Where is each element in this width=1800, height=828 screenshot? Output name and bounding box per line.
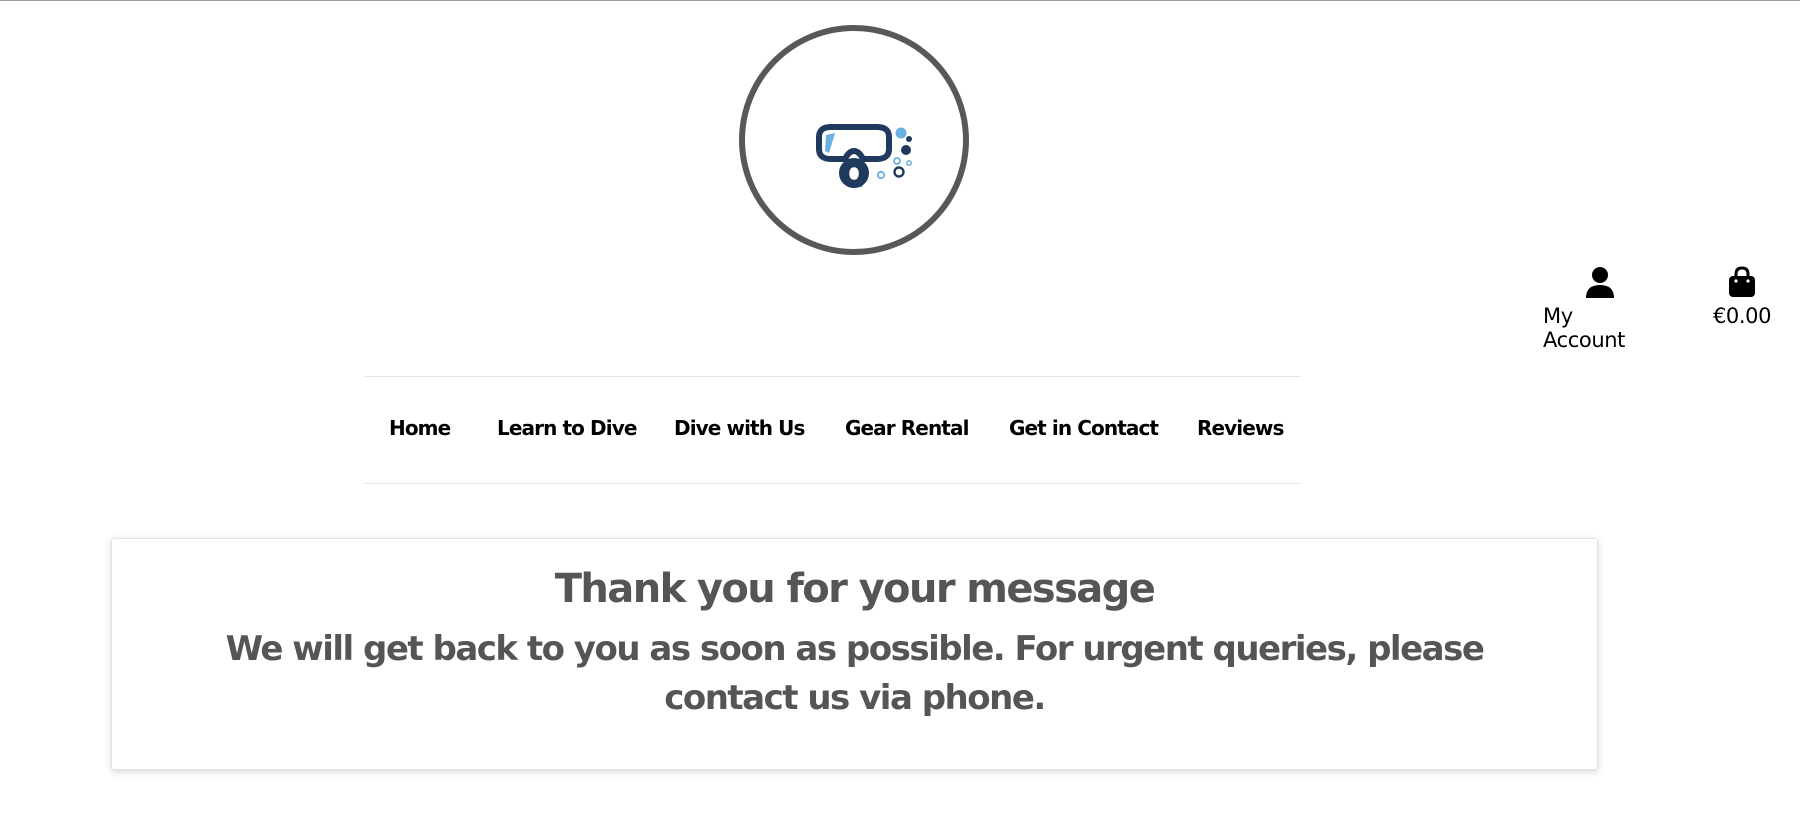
confirmation-card: Thank you for your message We will get b… bbox=[111, 538, 1598, 770]
logo-letter: Q bbox=[843, 160, 865, 190]
nav-dive-with-us[interactable]: Dive with Us bbox=[674, 416, 805, 440]
user-icon bbox=[1586, 267, 1614, 298]
nav-get-in-contact[interactable]: Get in Contact bbox=[1009, 416, 1159, 440]
cart-link[interactable]: €0.00 bbox=[1702, 266, 1782, 328]
cart-total: €0.00 bbox=[1712, 304, 1772, 328]
site-logo-link[interactable]: Q bbox=[739, 25, 969, 255]
dive-mask-logo-icon: Q bbox=[816, 124, 912, 190]
top-border bbox=[0, 0, 1800, 1]
nav-gear-rental[interactable]: Gear Rental bbox=[845, 416, 969, 440]
nav-reviews[interactable]: Reviews bbox=[1197, 416, 1284, 440]
shopping-bag-icon bbox=[1729, 266, 1755, 297]
nav-learn-to-dive[interactable]: Learn to Dive bbox=[497, 416, 637, 440]
confirmation-body: We will get back to you as soon as possi… bbox=[225, 629, 1485, 719]
main-navigation: Home Learn to Dive Dive with Us Gear Ren… bbox=[364, 376, 1301, 484]
my-account-label: My Account bbox=[1543, 304, 1625, 352]
nav-home[interactable]: Home bbox=[389, 416, 451, 440]
confirmation-title: Thank you for your message bbox=[554, 566, 1156, 612]
my-account-link[interactable]: My Account bbox=[1543, 266, 1657, 352]
logo-circle: Q bbox=[739, 25, 969, 255]
